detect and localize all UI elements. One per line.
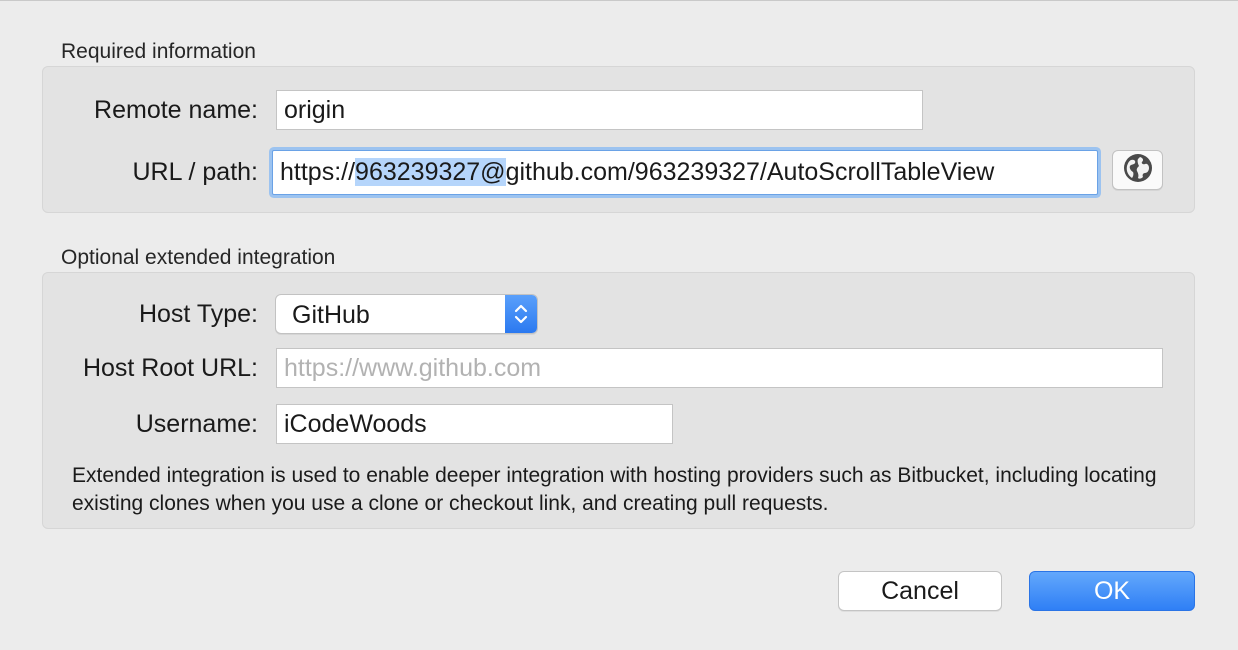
url-path-label: URL / path: (132, 158, 258, 186)
remote-name-value: origin (284, 96, 346, 124)
host-root-url-placeholder: https://www.github.com (284, 354, 542, 382)
url-prefix-text: https:// (280, 158, 356, 186)
username-label: Username: (135, 410, 258, 438)
url-selected-text: 963239327@ (355, 158, 506, 186)
ok-button[interactable]: OK (1029, 571, 1195, 611)
cancel-button[interactable]: Cancel (838, 571, 1002, 611)
host-root-url-input[interactable]: https://www.github.com (276, 348, 1163, 388)
host-root-url-label: Host Root URL: (82, 354, 258, 382)
browse-globe-button[interactable] (1112, 150, 1163, 190)
host-type-popup[interactable]: GitHub (275, 294, 538, 334)
integration-help-text: Extended integration is used to enable d… (72, 464, 1157, 515)
optional-section-title: Optional extended integration (61, 246, 336, 269)
required-section-title: Required information (61, 40, 256, 63)
url-path-input[interactable]: https://963239327@github.com/963239327/A… (272, 150, 1098, 195)
globe-icon (1122, 152, 1154, 189)
chevron-updown-icon (505, 295, 537, 333)
url-suffix-text: github.com/963239327/AutoScrollTableView (505, 158, 995, 186)
username-value: iCodeWoods (284, 410, 427, 438)
window-top-border (0, 0, 1238, 1)
host-type-label: Host Type: (138, 300, 258, 328)
username-input[interactable]: iCodeWoods (276, 404, 673, 444)
remote-name-input[interactable]: origin (276, 90, 923, 130)
remote-name-label: Remote name: (94, 96, 258, 124)
host-type-value: GitHub (292, 301, 370, 329)
